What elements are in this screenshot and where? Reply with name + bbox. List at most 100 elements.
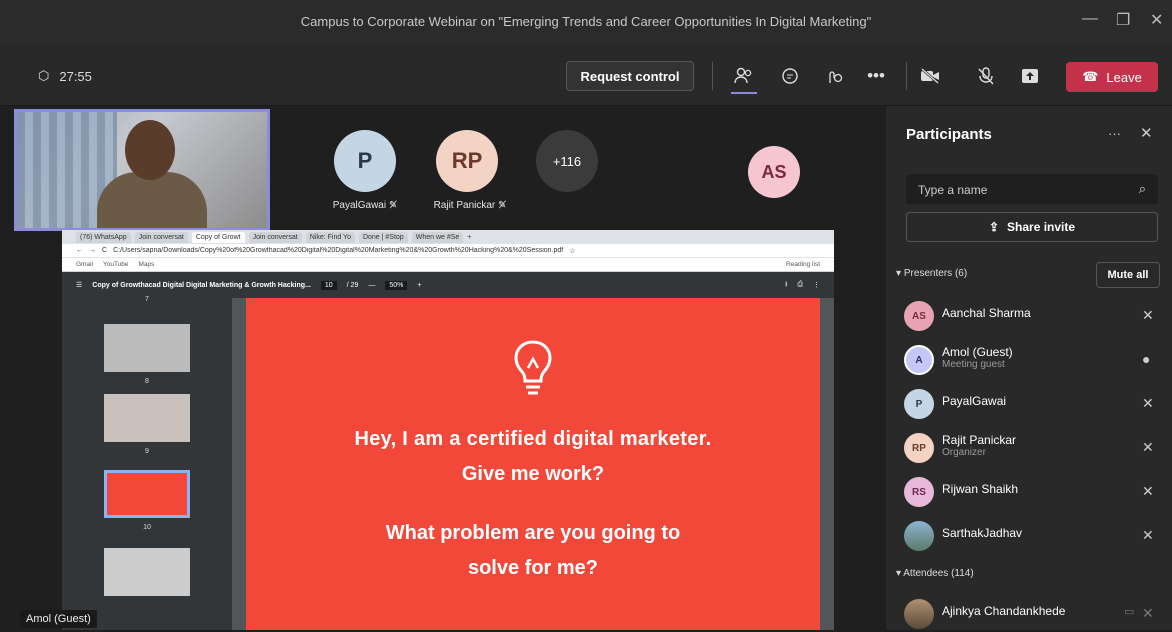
more-options-icon[interactable]: ··· <box>1108 126 1121 141</box>
overflow-count: +116 <box>536 130 598 192</box>
mic-off-icon[interactable]: ✕ <box>1142 395 1154 412</box>
avatar: P <box>334 130 396 192</box>
maximize-icon[interactable]: ❐ <box>1116 10 1130 30</box>
reload-icon[interactable]: C <box>102 247 107 254</box>
slide-line: solve for me? <box>467 557 599 579</box>
participant-row[interactable]: RS Rijwan Shaikh ✕ <box>904 474 1162 510</box>
browser-tab[interactable]: Join conversat <box>248 231 302 243</box>
thumb-number: 7 <box>145 296 149 303</box>
avatar: P <box>904 389 934 419</box>
timer-text: 27:55 <box>59 68 92 84</box>
chat-icon[interactable] <box>778 64 802 88</box>
avatar: AS <box>904 301 934 331</box>
star-icon[interactable]: ☆ <box>569 247 575 255</box>
participant-row[interactable]: A Amol (Guest) Meeting guest ● <box>904 342 1162 378</box>
participant-name: Ajinkya Chandankhede <box>942 604 1066 618</box>
mic-off-icon[interactable]: ✕ <box>1142 527 1154 544</box>
participant-row[interactable]: P PayalGawai ✕ <box>904 386 1162 422</box>
print-icon[interactable]: ⎙ <box>797 281 803 289</box>
mic-on-icon[interactable]: ● <box>1142 351 1150 367</box>
slide-line: What problem are you going to <box>385 522 681 544</box>
attendees-section[interactable]: ▾ Attendees (114) <box>896 568 974 579</box>
browser-tab[interactable]: Done | #Stop <box>358 231 408 243</box>
participant-row[interactable]: Ajinkya Chandankhede ▭ ✕ <box>904 596 1162 632</box>
browser-tab[interactable]: Nike: Find Yo <box>305 231 355 243</box>
back-icon[interactable]: ← <box>76 247 83 254</box>
thumb-number: 9 <box>145 448 149 455</box>
address-bar: ← → C C:/Users/sapna/Downloads/Copy%20of… <box>62 244 834 258</box>
self-video-tile[interactable] <box>14 109 270 231</box>
share-content-icon[interactable] <box>1018 64 1042 88</box>
browser-tab[interactable]: Copy of Growt <box>191 231 245 243</box>
share-icon: ⇪ <box>988 220 1000 234</box>
page-thumbnail-active[interactable] <box>104 470 190 518</box>
bookmark-youtube[interactable]: YouTube <box>103 261 129 268</box>
overflow-participants[interactable]: +116 <box>536 130 600 192</box>
participant-name: Rajit Panickar <box>942 433 1017 447</box>
menu-icon[interactable]: ☰ <box>76 281 82 289</box>
url-text[interactable]: C:/Users/sapna/Downloads/Copy%20of%20Gro… <box>113 247 563 254</box>
reading-list[interactable]: Reading list <box>786 261 820 268</box>
more-icon[interactable]: ⋮ <box>813 281 820 289</box>
zoom-in-icon[interactable]: + <box>417 282 421 289</box>
request-control-button[interactable]: Request control <box>566 61 694 91</box>
bookmark-maps[interactable]: Maps <box>139 261 155 268</box>
mic-off-icon[interactable]: ✕ <box>1142 439 1154 456</box>
participant-name: SarthakJadhav <box>942 526 1023 540</box>
minimize-icon[interactable]: — <box>1082 10 1098 28</box>
page-thumbnail[interactable] <box>104 324 190 372</box>
forward-icon[interactable]: → <box>89 247 96 254</box>
page-thumbnail[interactable] <box>104 394 190 442</box>
page-thumbnail[interactable] <box>104 548 190 596</box>
participant-tile-rajit[interactable]: RP Rajit Panickar ✎̸ <box>420 130 520 211</box>
participant-row[interactable]: SarthakJadhav ✕ <box>904 518 1162 554</box>
browser-tab[interactable]: When we #Se <box>411 231 464 243</box>
mic-off-icon[interactable]: ✕ <box>1142 307 1154 324</box>
participant-role: Organizer <box>942 447 986 458</box>
phone-hangup-icon: ☎ <box>1082 69 1099 84</box>
share-invite-button[interactable]: ⇪ Share invite <box>906 212 1158 242</box>
presenter-name-label: Amol (Guest) <box>20 610 97 628</box>
participant-role: Meeting guest <box>942 359 1005 370</box>
participant-tile-as[interactable]: AS <box>748 146 802 198</box>
leave-label: Leave <box>1106 69 1142 85</box>
participant-tile-payal[interactable]: P PayalGawai ✎̸ <box>320 130 410 211</box>
participants-icon[interactable] <box>732 64 756 88</box>
browser-tabs: (76) WhatsApp Join conversat Copy of Gro… <box>62 230 834 244</box>
meeting-toolbar: ⬡ 27:55 Request control ••• ☎ Leave <box>0 44 1172 106</box>
search-placeholder: Type a name <box>918 183 988 197</box>
reactions-icon[interactable] <box>822 64 846 88</box>
mic-off-icon[interactable]: ✕ <box>1142 483 1154 500</box>
camera-off-icon: ▭ <box>1124 606 1135 618</box>
search-input[interactable]: Type a name ⌕ <box>906 174 1158 204</box>
shield-icon: ⬡ <box>38 68 50 83</box>
bookmark-gmail[interactable]: Gmail <box>76 261 93 268</box>
participant-row[interactable]: AS Aanchal Sharma ✕ <box>904 298 1162 334</box>
search-icon[interactable]: ⌕ <box>1139 181 1146 197</box>
slide-line: Hey, I am a certified digital marketer. <box>354 428 712 450</box>
close-icon[interactable]: ✕ <box>1140 124 1153 142</box>
mic-off-icon[interactable] <box>974 64 998 88</box>
pdf-title: Copy of Growthacad Digital Digital Marke… <box>92 281 311 289</box>
zoom-level[interactable]: 50% <box>385 280 408 290</box>
leave-button[interactable]: ☎ Leave <box>1066 62 1158 92</box>
attendees-label: Attendees (114) <box>903 568 974 579</box>
total-pages: / 29 <box>346 281 359 289</box>
mute-all-button[interactable]: Mute all <box>1096 262 1160 288</box>
download-icon[interactable]: ⭳ <box>785 280 787 291</box>
browser-tab[interactable]: (76) WhatsApp <box>76 231 131 243</box>
presenters-label: Presenters (6) <box>903 268 968 279</box>
presenters-section[interactable]: ▾ Presenters (6) <box>896 268 967 279</box>
more-options-icon[interactable]: ••• <box>864 64 888 88</box>
zoom-out-icon[interactable]: — <box>368 282 375 289</box>
close-window-icon[interactable]: ✕ <box>1150 10 1163 30</box>
camera-off-icon[interactable] <box>918 64 942 88</box>
participant-name: PayalGawai <box>942 394 1007 408</box>
participant-row[interactable]: RP Rajit Panickar Organizer ✕ <box>904 430 1162 466</box>
avatar: RP <box>904 433 934 463</box>
new-tab-icon[interactable]: + <box>467 234 471 241</box>
browser-tab[interactable]: Join conversat <box>134 231 188 243</box>
slide-page: Hey, I am a certified digital marketer. … <box>246 298 820 630</box>
page-number[interactable]: 10 <box>320 280 337 290</box>
mic-off-icon: ✕ <box>1142 605 1154 621</box>
